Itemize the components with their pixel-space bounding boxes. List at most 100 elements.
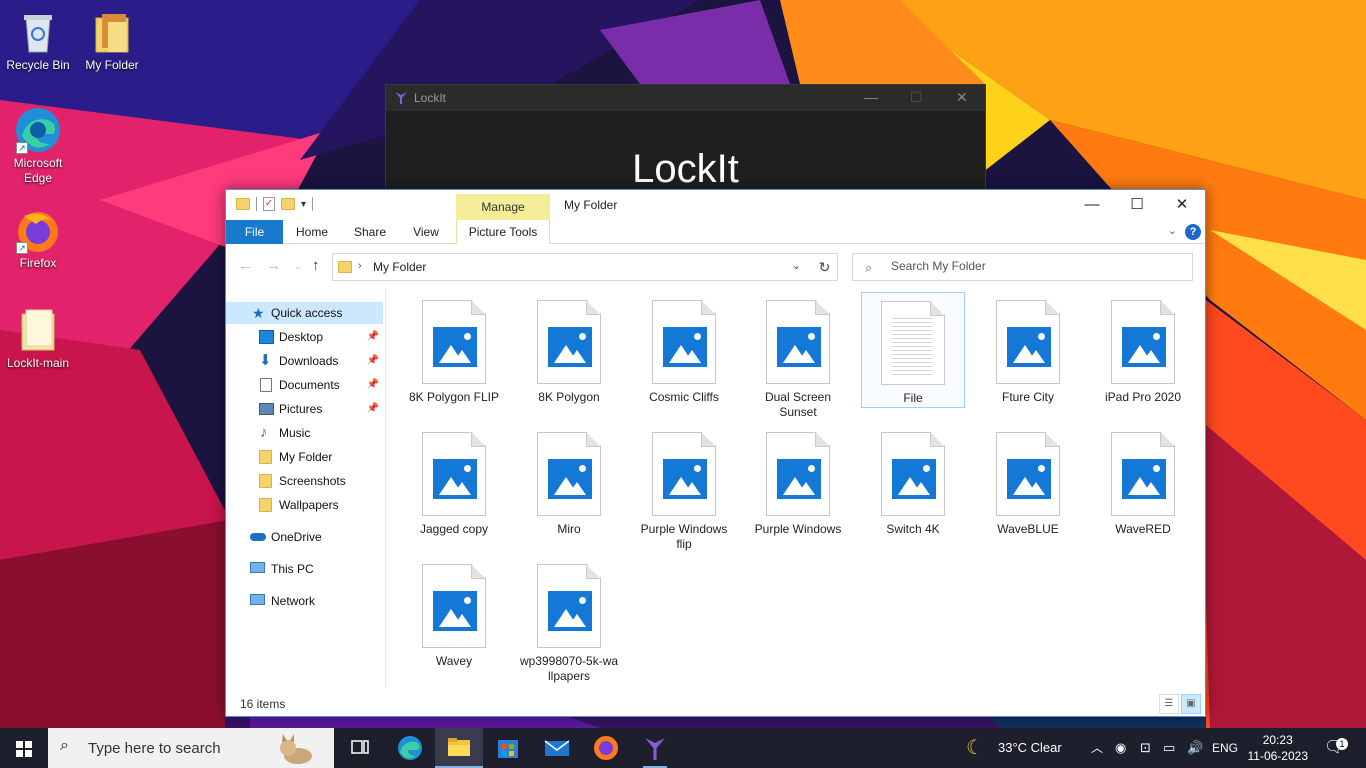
notification-count-badge: 1 [1336, 738, 1348, 750]
record-icon[interactable]: ◉ [1115, 728, 1126, 768]
minimize-button[interactable]: — [1069, 194, 1115, 216]
properties-icon[interactable]: ✓ [263, 197, 275, 211]
file-item[interactable]: Miro [517, 424, 621, 537]
lockit-minimize-button[interactable]: — [864, 89, 878, 105]
tab-view[interactable]: View [404, 220, 448, 244]
file-item[interactable]: 8K Polygon FLIP [402, 292, 506, 405]
nav-item-desktop[interactable]: Desktop 📌 [226, 326, 383, 348]
file-item[interactable]: iPad Pro 2020 [1091, 292, 1195, 405]
firefox-icon: ↗ [14, 206, 62, 254]
folder-icon [259, 474, 272, 488]
nav-item-pictures[interactable]: Pictures 📌 [226, 398, 383, 420]
nav-item-downloads[interactable]: ⬇ Downloads 📌 [226, 350, 383, 372]
lockit-maximize-button[interactable]: ☐ [910, 89, 923, 106]
large-icons-view-icon[interactable]: ▣ [1181, 694, 1201, 714]
tab-file[interactable]: File [226, 220, 283, 244]
file-item-selected[interactable]: File [861, 292, 965, 408]
help-icon[interactable]: ? [1185, 224, 1201, 240]
new-folder-icon[interactable] [281, 198, 295, 210]
file-item[interactable]: Dual Screen Sunset [746, 292, 850, 420]
taskbar-edge-icon[interactable] [386, 728, 434, 768]
breadcrumb-chevron-icon[interactable]: › [358, 260, 362, 272]
network-icon[interactable]: ▭ [1163, 728, 1175, 768]
file-item[interactable]: Purple Windows flip [632, 424, 736, 552]
up-button[interactable]: ↑ [312, 257, 320, 274]
desktop-icon-firefox[interactable]: ↗ Firefox [0, 206, 76, 271]
breadcrumb[interactable]: My Folder [373, 260, 426, 274]
folder-icon [236, 198, 250, 210]
weather-text[interactable]: 33°C Clear [998, 728, 1062, 768]
meet-now-icon[interactable]: ⊡ [1140, 728, 1151, 768]
search-input[interactable] [891, 259, 1181, 273]
desktop-icon-edge[interactable]: ↗ Microsoft Edge [0, 106, 76, 186]
file-item[interactable]: Cosmic Cliffs [632, 292, 736, 405]
file-item[interactable]: 8K Polygon [517, 292, 621, 405]
window-title: My Folder [564, 198, 618, 212]
file-item[interactable]: wp3998070-5k-wallpapers [517, 556, 621, 684]
desktop-icon-lockit-main[interactable]: LockIt-main [0, 306, 76, 371]
desktop-icon-label: Microsoft Edge [13, 156, 63, 185]
volume-icon[interactable]: 🔊 [1187, 728, 1203, 768]
taskbar-search[interactable]: ⌕ Type here to search [48, 728, 334, 768]
clock[interactable]: 20:23 11-06-2023 [1248, 732, 1309, 764]
expand-ribbon-icon[interactable]: ⌄ [1168, 224, 1177, 237]
desktop-icon-label: Firefox [19, 256, 57, 270]
pin-icon: 📌 [366, 331, 379, 342]
pin-icon: 📌 [366, 403, 379, 414]
nav-item-screenshots[interactable]: Screenshots [226, 470, 383, 492]
address-bar[interactable]: › My Folder ⌄ [332, 253, 836, 281]
task-view-button[interactable] [336, 728, 384, 768]
file-item[interactable]: WaveRED [1091, 424, 1195, 537]
download-icon: ⬇ [259, 352, 272, 369]
image-file-icon [537, 432, 601, 516]
search-icon: ⌕ [60, 737, 69, 754]
nav-item-my-folder[interactable]: My Folder [226, 446, 383, 468]
shortcut-arrow-icon: ↗ [16, 242, 28, 254]
search-box[interactable]: ⌕ [852, 253, 1193, 281]
details-view-icon[interactable]: ☰ [1159, 694, 1179, 714]
nav-item-wallpapers[interactable]: Wallpapers [226, 494, 383, 516]
lockit-close-button[interactable]: ✕ [956, 89, 968, 106]
recent-locations-icon[interactable]: ⌄ [294, 261, 302, 272]
file-item[interactable]: Switch 4K [861, 424, 965, 537]
taskbar-firefox-icon[interactable] [582, 728, 630, 768]
taskbar-lockit-icon[interactable] [631, 728, 679, 768]
start-button[interactable] [0, 728, 48, 768]
file-item[interactable]: Fture City [976, 292, 1080, 405]
nav-this-pc[interactable]: This PC [226, 558, 383, 580]
nav-onedrive[interactable]: OneDrive [226, 526, 383, 548]
address-dropdown-icon[interactable]: ⌄ [792, 259, 801, 272]
nav-network[interactable]: Network [226, 590, 383, 612]
lockit-window: LockIt — ☐ ✕ LockIt [385, 84, 986, 194]
file-item[interactable]: Purple Windows [746, 424, 850, 537]
image-file-icon [1111, 432, 1175, 516]
maximize-button[interactable]: ☐ [1114, 194, 1160, 216]
file-item[interactable]: WaveBLUE [976, 424, 1080, 537]
file-item[interactable]: Wavey [402, 556, 506, 669]
quick-access-toolbar: ✓ ▾ [236, 197, 314, 211]
weather-moon-icon[interactable]: ☾ [966, 728, 984, 768]
nav-item-documents[interactable]: Documents 📌 [226, 374, 383, 396]
file-item[interactable]: Jagged copy [402, 424, 506, 537]
customize-toolbar-icon[interactable]: ▾ [301, 199, 306, 210]
close-button[interactable]: ✕ [1159, 194, 1205, 216]
back-button[interactable]: ← [238, 257, 253, 274]
forward-button[interactable]: → [266, 257, 281, 274]
refresh-button[interactable]: ↻ [812, 253, 838, 281]
tab-picture-tools[interactable]: Picture Tools [456, 220, 550, 244]
show-hidden-icons-icon[interactable]: ︿ [1091, 728, 1103, 768]
nav-item-music[interactable]: ♪ Music [226, 422, 383, 444]
taskbar-mail-icon[interactable] [533, 728, 581, 768]
taskbar-store-icon[interactable] [484, 728, 532, 768]
desktop-icon-my-folder[interactable]: My Folder [74, 8, 150, 73]
tab-manage[interactable]: Manage [456, 194, 550, 220]
image-file-icon [652, 432, 716, 516]
tab-share[interactable]: Share [346, 220, 394, 244]
tab-home[interactable]: Home [288, 220, 336, 244]
computer-icon [250, 562, 265, 573]
nav-quick-access[interactable]: ★ Quick access [226, 302, 383, 324]
desktop-icon-recycle-bin[interactable]: Recycle Bin [0, 8, 76, 73]
taskbar-file-explorer-icon[interactable] [435, 728, 483, 768]
document-file-icon [881, 301, 945, 385]
language-indicator[interactable]: ENG [1212, 728, 1238, 768]
